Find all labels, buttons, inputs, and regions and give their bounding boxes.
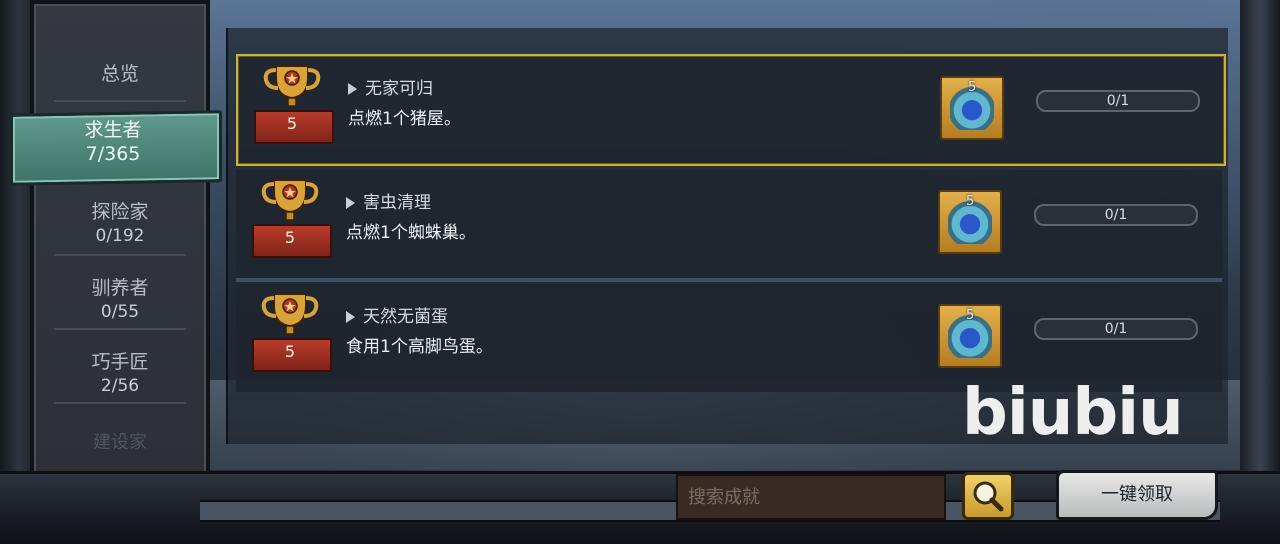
sidebar-item-label: 巧手匠: [91, 351, 149, 373]
search-icon: [973, 481, 1004, 512]
trophy-icon: 5: [252, 62, 334, 146]
achievement-desc: 点燃1个蜘蛛巢。: [346, 223, 476, 243]
search-button[interactable]: [962, 472, 1014, 520]
sidebar-divider: [54, 100, 186, 102]
sidebar-item-tamer[interactable]: 驯养者 0/55: [34, 276, 206, 324]
sidebar-item-overview[interactable]: 总览: [34, 62, 206, 86]
triangle-icon: [346, 311, 355, 323]
reward-count: 5: [968, 80, 977, 95]
sidebar-item-label: 驯养者: [91, 277, 149, 299]
achievement-title: 天然无菌蛋: [346, 302, 448, 327]
sidebar-item-count: 0/55: [100, 302, 140, 322]
sidebar-item-label: 求生者: [84, 119, 142, 141]
sidebar-item-crafter[interactable]: 巧手匠 2/56: [34, 350, 206, 398]
progress-bar: 0/1: [1034, 204, 1198, 226]
sidebar-item-label: 总览: [100, 63, 139, 85]
gem-reward-icon: 5: [940, 76, 1004, 140]
achievement-title: 害虫清理: [346, 188, 431, 213]
trophy-icon: 5: [250, 290, 332, 374]
achievement-row[interactable]: 5 无家可归 点燃1个猪屋。 5 0/1: [236, 54, 1226, 166]
reward-count: 5: [966, 308, 975, 323]
claim-all-button[interactable]: 一键领取: [1056, 470, 1218, 520]
sidebar-divider: [54, 254, 186, 256]
trophy-points: 5: [284, 342, 296, 361]
gem-reward-icon: 5: [938, 304, 1002, 368]
sidebar-item-count: 0/192: [95, 226, 145, 246]
reward-count: 5: [966, 194, 975, 209]
watermark: biubiu: [962, 376, 1184, 450]
achievement-desc: 食用1个高脚鸟蛋。: [346, 337, 493, 357]
sidebar-divider: [54, 328, 186, 330]
triangle-icon: [346, 197, 355, 209]
sidebar-item-builder[interactable]: 建设家: [34, 428, 206, 454]
trophy-points: 5: [284, 228, 296, 247]
sidebar-item-survivor-text: 求生者 7/365: [10, 118, 216, 166]
frame-pillar-right: [1240, 0, 1280, 544]
trophy-points: 5: [286, 114, 298, 133]
sidebar-item-label: 探险家: [91, 201, 149, 223]
category-sidebar: 总览 探险家 0/192 驯养者 0/55 巧手匠 2/56 建设家: [30, 0, 210, 528]
sidebar-divider: [54, 402, 186, 404]
triangle-icon: [348, 83, 357, 95]
sidebar-item-count: 2/56: [100, 376, 140, 396]
sidebar-item-label: 建设家: [93, 432, 147, 453]
sidebar-item-count: 7/365: [85, 143, 141, 165]
achievement-desc: 点燃1个猪屋。: [348, 109, 461, 129]
sidebar-item-explorer[interactable]: 探险家 0/192: [34, 200, 206, 248]
gem-reward-icon: 5: [938, 190, 1002, 254]
achievement-row[interactable]: 5 害虫清理 点燃1个蜘蛛巢。 5 0/1: [236, 170, 1222, 278]
achievement-title: 无家可归: [348, 74, 433, 99]
search-input[interactable]: [676, 474, 946, 520]
row-divider: [236, 278, 1222, 282]
progress-bar: 0/1: [1034, 318, 1198, 340]
trophy-icon: 5: [250, 176, 332, 260]
progress-bar: 0/1: [1036, 90, 1200, 112]
